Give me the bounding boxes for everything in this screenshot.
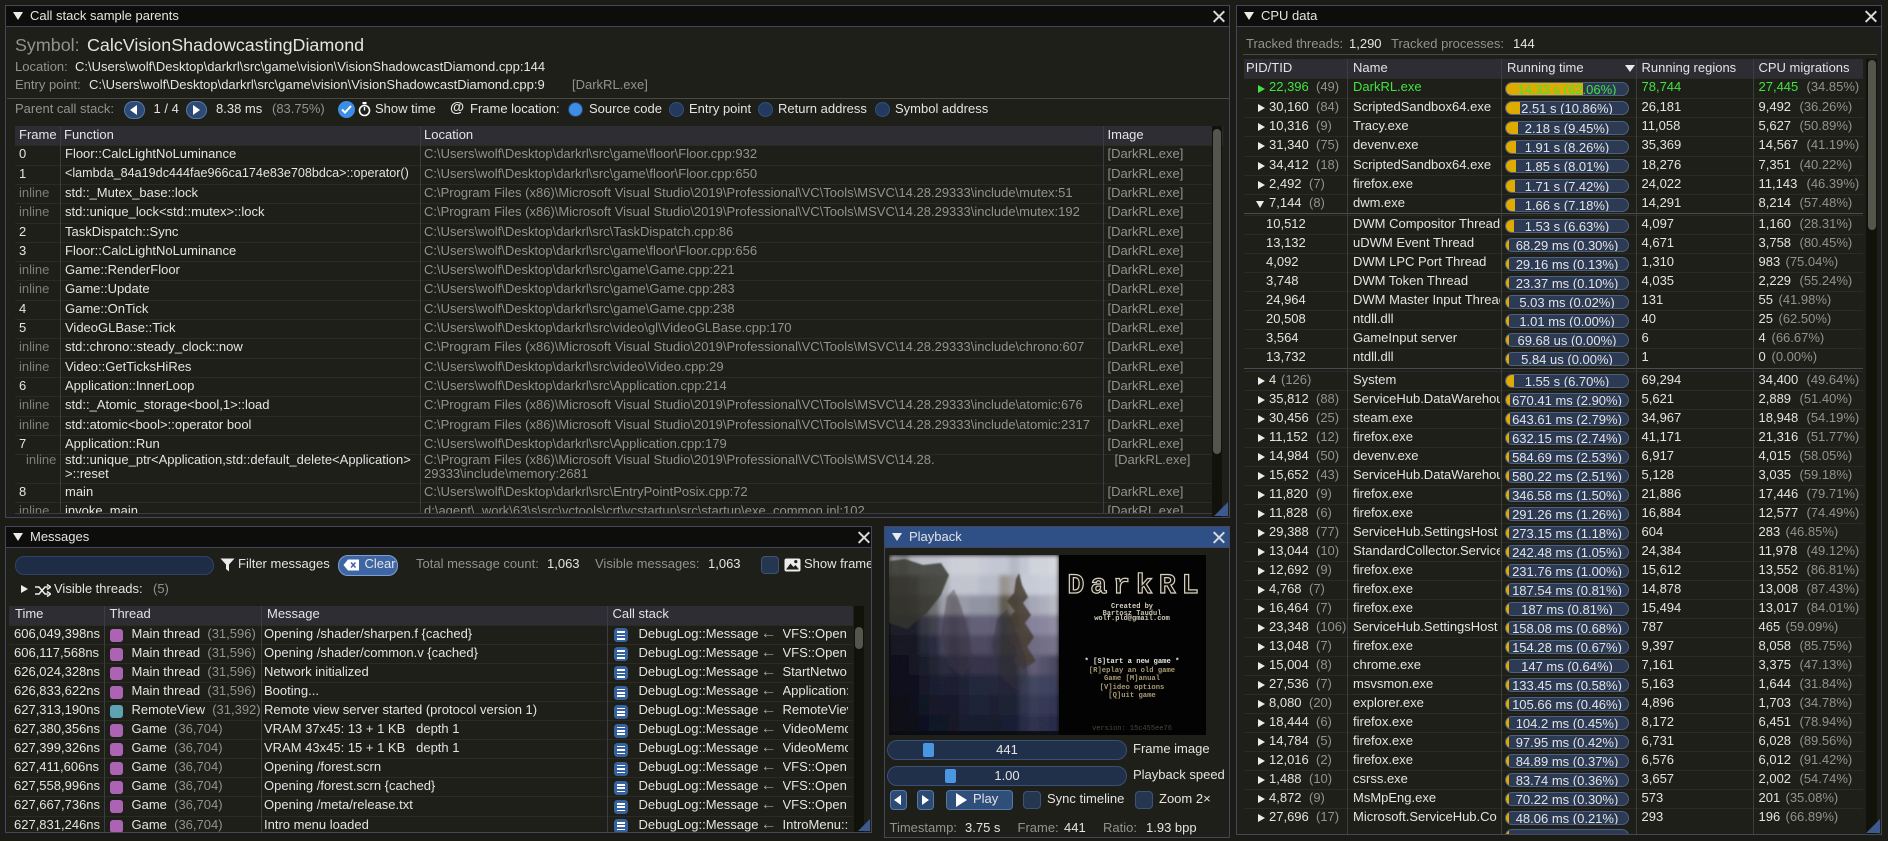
- svg-text:DarkRL: DarkRL: [1068, 571, 1199, 602]
